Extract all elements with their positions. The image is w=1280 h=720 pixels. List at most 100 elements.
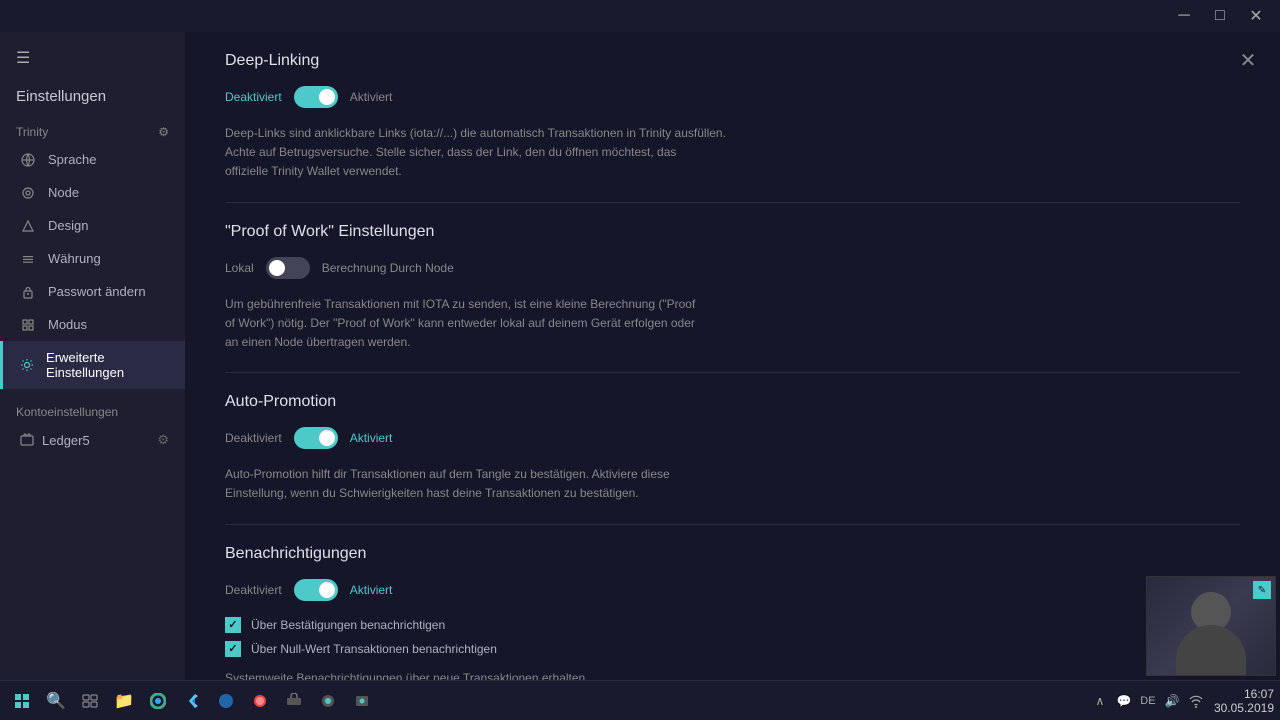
pow-knob (269, 260, 285, 276)
taskbar-app4[interactable] (210, 685, 242, 717)
divider-2 (225, 372, 1240, 373)
person-body (1176, 625, 1246, 675)
deep-linking-knob (319, 89, 335, 105)
pow-description: Um gebührenfreie Transaktionen mit IOTA … (225, 295, 1240, 353)
tray-chevron[interactable]: ∧ (1090, 691, 1110, 711)
deep-linking-toggle[interactable] (294, 86, 338, 108)
modus-icon (20, 318, 36, 332)
design-icon (20, 219, 36, 233)
main-content: ✕ Deep-Linking Deaktiviert Aktiviert Dee… (185, 32, 1280, 680)
benach-knob (319, 582, 335, 598)
passwort-label: Passwort ändern (48, 284, 146, 299)
titlebar: ─ □ ✕ (0, 0, 1280, 32)
erweitert-label: Erweiterte Einstellungen (46, 350, 169, 380)
proof-of-work-toggle[interactable] (266, 257, 310, 279)
proof-of-work-title: "Proof of Work" Einstellungen (225, 223, 1240, 241)
deep-linking-description: Deep-Links sind anklickbare Links (iota:… (225, 124, 1240, 182)
erweitert-gear-icon (20, 358, 34, 372)
auto-promotion-deaktiviert-label: Deaktiviert (225, 431, 282, 445)
taskbar-clock[interactable]: 16:07 30.05.2019 (1214, 687, 1274, 715)
divider-3 (225, 524, 1240, 525)
maximize-button[interactable]: □ (1204, 0, 1236, 32)
deep-linking-section: Deep-Linking Deaktiviert Aktiviert Deep-… (225, 52, 1240, 182)
taskbar-app8[interactable] (346, 685, 378, 717)
pow-node-label: Berechnung Durch Node (322, 261, 454, 275)
speech-icon (20, 153, 36, 167)
checkbox-row-bestatigungen: Über Bestätigungen benachrichtigen (225, 617, 1240, 633)
checkbox-null-wert[interactable] (225, 641, 241, 657)
checkbox-null-wert-label: Über Null-Wert Transaktionen benachricht… (251, 642, 497, 656)
window-close-button[interactable]: ✕ (1240, 0, 1272, 32)
benachrichtigungen-toggle[interactable] (294, 579, 338, 601)
sidebar-item-modus[interactable]: Modus (0, 308, 185, 341)
pow-lokal-label: Lokal (225, 261, 254, 275)
tray-msg[interactable]: 💬 (1114, 691, 1134, 711)
auto-promotion-title: Auto-Promotion (225, 393, 1240, 411)
sidebar-header: ☰ (0, 32, 185, 76)
sidebar: ☰ Einstellungen Trinity ⚙ Sprache (0, 32, 185, 680)
titlebar-controls: ─ □ ✕ (1168, 0, 1272, 32)
sidebar-item-node[interactable]: Node (0, 176, 185, 209)
ledger-item[interactable]: Ledger5 ⚙ (0, 423, 185, 457)
app-section-label: Trinity ⚙ (0, 113, 185, 143)
search-button[interactable]: 🔍 (40, 685, 72, 717)
benachrichtigungen-toggle-row: Deaktiviert Aktiviert (225, 579, 1240, 601)
auto-promotion-section: Auto-Promotion Deaktiviert Aktiviert Aut… (225, 393, 1240, 503)
sidebar-item-sprache[interactable]: Sprache (0, 143, 185, 176)
benachrichtigungen-section: Benachrichtigungen Deaktiviert Aktiviert… (225, 545, 1240, 681)
node-label: Node (48, 185, 79, 200)
start-button[interactable] (6, 685, 38, 717)
currency-icon (20, 252, 36, 266)
deep-linking-aktiviert-label: Aktiviert (350, 90, 393, 104)
auto-promotion-aktiviert-label: Aktiviert (350, 431, 393, 445)
webcam-edit-button[interactable]: ✎ (1253, 581, 1271, 599)
trinity-gear-icon[interactable]: ⚙ (158, 125, 169, 139)
benach-description: Systemweite Benachrichtigungen über neue… (225, 669, 1240, 681)
webcam-overlay: ✎ (1146, 576, 1276, 676)
taskbar-app5[interactable] (244, 685, 276, 717)
deep-linking-toggle-row: Deaktiviert Aktiviert (225, 86, 1240, 108)
app-container: ☰ Einstellungen Trinity ⚙ Sprache (0, 32, 1280, 680)
taskbar: 🔍 📁 (0, 680, 1280, 720)
design-label: Design (48, 218, 88, 233)
benachrichtigungen-title: Benachrichtigungen (225, 545, 1240, 563)
taskbar-app7[interactable] (312, 685, 344, 717)
taskbar-tray: ∧ 💬 DE 🔊 (1090, 691, 1206, 711)
sidebar-item-passwort[interactable]: Passwort ändern (0, 275, 185, 308)
deep-linking-title: Deep-Linking (225, 52, 1240, 70)
sidebar-item-erweitert[interactable]: Erweiterte Einstellungen (0, 341, 185, 389)
modus-label: Modus (48, 317, 87, 332)
auto-promotion-knob (319, 430, 335, 446)
sidebar-item-wahrung[interactable]: Währung (0, 242, 185, 275)
auto-promotion-toggle[interactable] (294, 427, 338, 449)
benach-aktiviert-label: Aktiviert (350, 583, 393, 597)
ledger-item-left: Ledger5 (20, 433, 90, 448)
taskbar-chrome[interactable] (142, 685, 174, 717)
auto-promotion-toggle-row: Deaktiviert Aktiviert (225, 427, 1240, 449)
checkbox-bestatigungen[interactable] (225, 617, 241, 633)
ledger-gear-icon[interactable]: ⚙ (157, 432, 169, 448)
proof-of-work-section: "Proof of Work" Einstellungen Lokal Bere… (225, 223, 1240, 353)
sprache-label: Sprache (48, 152, 96, 167)
benach-deaktiviert-label: Deaktiviert (225, 583, 282, 597)
node-icon (20, 186, 36, 200)
tray-lang[interactable]: DE (1138, 691, 1158, 711)
hamburger-icon[interactable]: ☰ (16, 48, 30, 68)
minimize-button[interactable]: ─ (1168, 0, 1200, 32)
proof-of-work-toggle-row: Lokal Berechnung Durch Node (225, 257, 1240, 279)
content-close-button[interactable]: ✕ (1232, 44, 1264, 76)
konto-section-label: Kontoeinstellungen (0, 389, 185, 423)
auto-promotion-description: Auto-Promotion hilft dir Transaktionen a… (225, 465, 1240, 503)
deep-linking-deaktiviert-label: Deaktiviert (225, 90, 282, 104)
taskbar-app6[interactable] (278, 685, 310, 717)
tray-network[interactable] (1186, 691, 1206, 711)
taskbar-vscode[interactable] (176, 685, 208, 717)
sidebar-item-design[interactable]: Design (0, 209, 185, 242)
tray-volume[interactable]: 🔊 (1162, 691, 1182, 711)
taskbar-explorer[interactable]: 📁 (108, 685, 140, 717)
taskview-button[interactable] (74, 685, 106, 717)
checkbox-bestatigungen-label: Über Bestätigungen benachrichtigen (251, 618, 445, 632)
wahrung-label: Währung (48, 251, 101, 266)
divider-1 (225, 202, 1240, 203)
checkbox-row-null-wert: Über Null-Wert Transaktionen benachricht… (225, 641, 1240, 657)
